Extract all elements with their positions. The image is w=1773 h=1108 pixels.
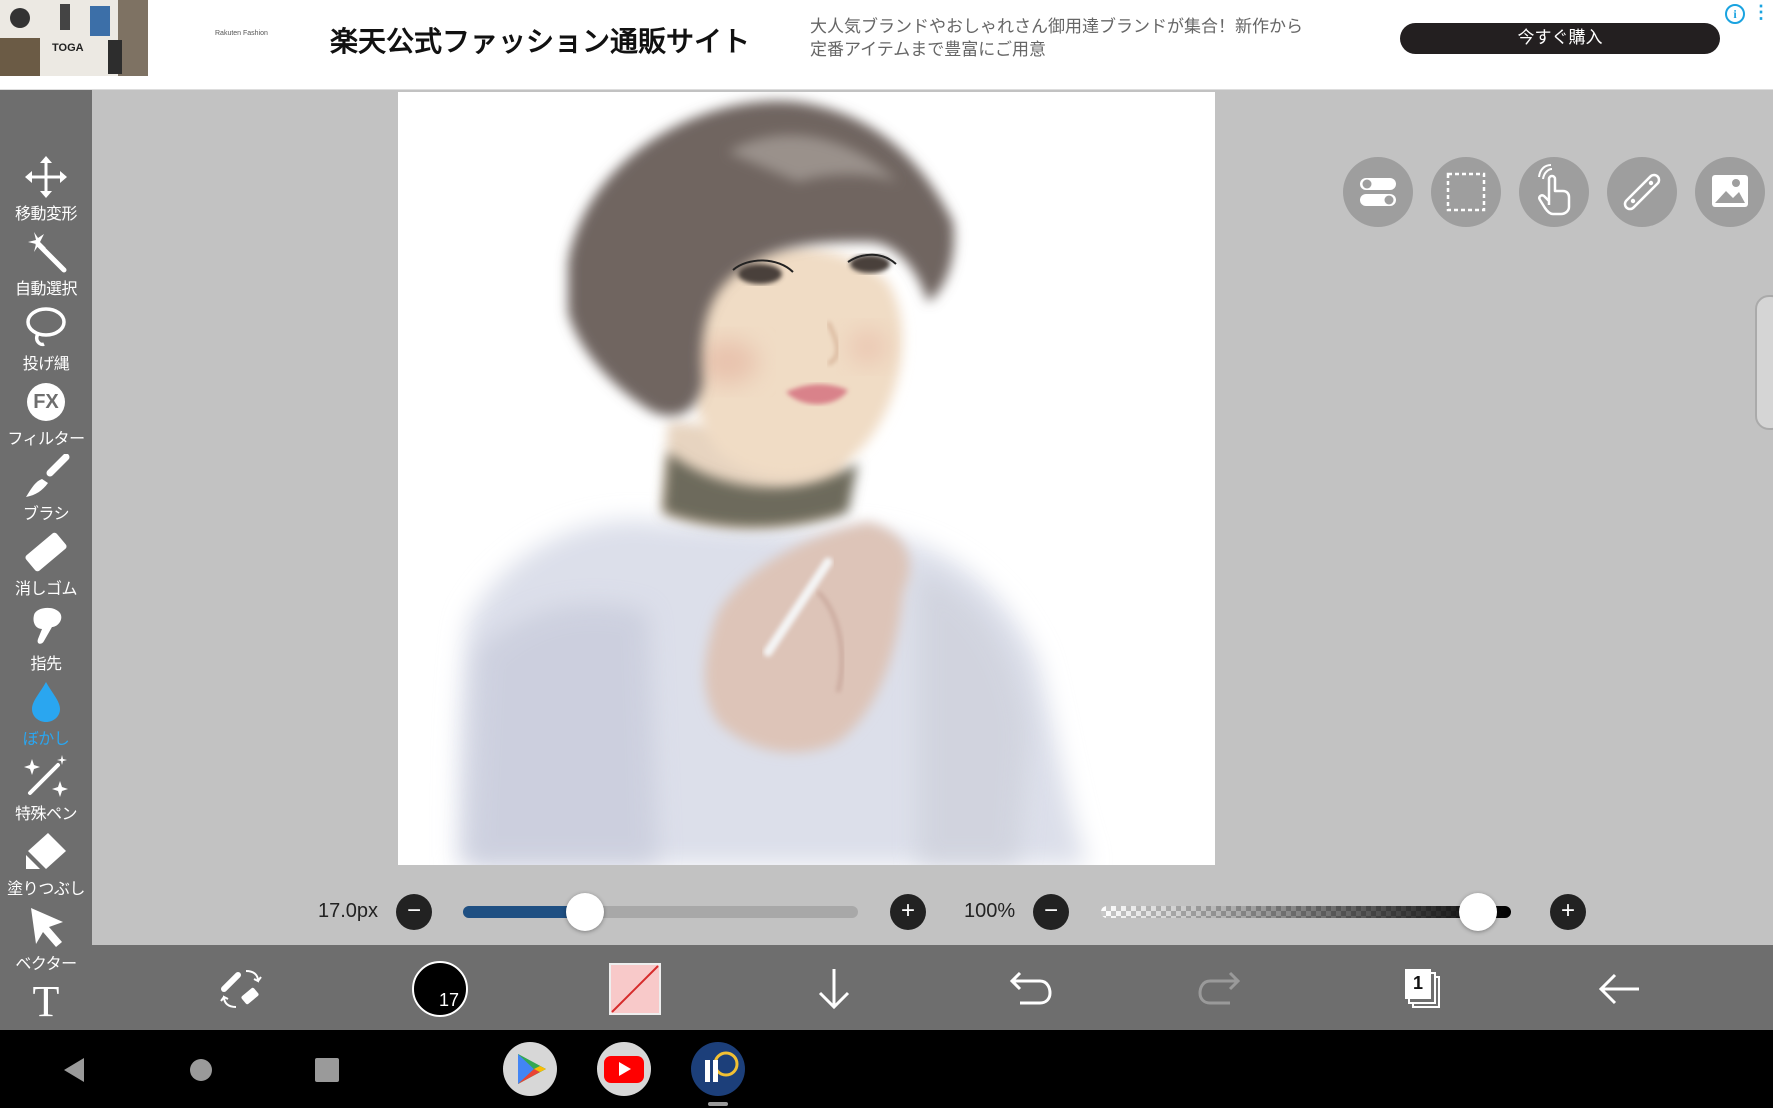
brush-size-value: 17.0px [318, 900, 379, 922]
fx-glyph: FX [33, 391, 59, 413]
tool-vector[interactable]: ベクター [0, 904, 92, 979]
active-app-indicator [708, 1102, 728, 1106]
text-icon: T [32, 977, 60, 1026]
brush-preview-button[interactable]: 17 [411, 960, 469, 1018]
fill-icon [0, 829, 92, 875]
opacity-slider[interactable] [1101, 906, 1511, 918]
tool-eraser-label: 消しゴム [14, 579, 78, 598]
drawing-canvas[interactable] [398, 92, 1215, 865]
tool-blur[interactable]: ぼかし [0, 679, 92, 754]
cursor-arrow-icon [0, 904, 92, 950]
brush-size-slider[interactable] [463, 906, 858, 918]
tool-filter-label: フィルター [7, 429, 85, 448]
ad-info-icon[interactable]: i [1725, 4, 1745, 24]
tool-move-label: 移動変形 [14, 204, 78, 223]
ad-description-line-1: 大人気ブランドやおしゃれさん御用達ブランドが集合！新作から [810, 17, 1303, 37]
arrow-left-icon [1598, 973, 1639, 1005]
ad-description: 大人気ブランドやおしゃれさん御用達ブランドが集合！新作から 定番アイテムまで豊富… [810, 16, 1370, 62]
lasso-icon [0, 304, 92, 350]
size-increase-button[interactable]: + [890, 894, 926, 930]
fx-icon: FX [0, 379, 92, 425]
side-panel-handle[interactable] [1755, 295, 1773, 430]
ibispaint-icon [691, 1042, 745, 1096]
back-button[interactable] [1593, 963, 1645, 1015]
move-icon [0, 154, 92, 200]
finger-icon [0, 604, 92, 650]
tool-auto-select[interactable]: 自動選択 [0, 229, 92, 304]
redo-icon [1198, 971, 1241, 1005]
dashed-selection-icon [1446, 172, 1486, 212]
tool-lasso-label: 投げ縄 [22, 354, 70, 373]
brush-icon [0, 453, 92, 500]
ruler-icon [1623, 173, 1661, 211]
undo-icon [1009, 971, 1052, 1005]
ad-product-image[interactable]: TOGA [0, 0, 148, 76]
ad-brand-logo: Rakuten Fashion [215, 30, 268, 37]
artwork [458, 100, 1088, 865]
tool-blur-label: ぼかし [22, 729, 70, 748]
swap-tool-button[interactable] [216, 963, 268, 1015]
hand-touch-icon [1538, 164, 1571, 216]
youtube-icon [597, 1042, 651, 1096]
opacity-thumb[interactable] [1459, 893, 1498, 931]
save-down-button[interactable] [808, 963, 860, 1015]
image-import-button[interactable] [1695, 157, 1765, 227]
tool-special-pen-label: 特殊ペン [14, 804, 78, 823]
arrow-down-icon [818, 969, 850, 1010]
tool-brush-label: ブラシ [22, 504, 70, 523]
system-nav-graphics [64, 1042, 745, 1106]
magic-wand-icon [0, 229, 92, 275]
color-swatch-button[interactable] [609, 963, 661, 1015]
tool-filter[interactable]: FX フィルター [0, 379, 92, 454]
ad-more-icon[interactable]: ⋮ [1752, 2, 1770, 23]
tool-smudge[interactable]: 指先 [0, 604, 92, 679]
swap-pen-eraser-icon [220, 970, 262, 1008]
layer-count: 1 [1412, 973, 1423, 993]
drop-icon [0, 679, 92, 725]
tool-move[interactable]: 移動変形 [0, 154, 92, 229]
ad-description-line-2: 定番アイテムまで豊富にご用意 [810, 40, 1046, 60]
play-store-icon [503, 1042, 557, 1096]
undo-button[interactable] [1002, 963, 1054, 1015]
redo-button[interactable] [1196, 963, 1248, 1015]
tool-fill-label: 塗りつぶし [7, 879, 85, 898]
color-swatch-icon [609, 963, 661, 1015]
ruler-button[interactable] [1607, 157, 1677, 227]
tool-brush[interactable]: ブラシ [0, 453, 92, 529]
eraser-icon [0, 529, 92, 575]
brush-size-badge: 17 [439, 990, 460, 1010]
nav-back-icon [64, 1058, 84, 1082]
tool-sidebar: 移動変形 自動選択 投げ縄 FX フィルター ブラシ 消しゴム 指先 ぼかし 特… [0, 90, 92, 1030]
tool-vector-label: ベクター [15, 954, 77, 973]
opacity-value: 100% [964, 900, 1016, 922]
tool-smudge-label: 指先 [30, 654, 62, 673]
toggle-icon [1360, 178, 1396, 206]
selection-button[interactable] [1431, 157, 1501, 227]
nav-home-icon [190, 1059, 212, 1081]
bottom-toolbar: 17 1 [92, 945, 1773, 1030]
system-navigation-bar [0, 1030, 1773, 1108]
opacity-increase-button[interactable]: + [1550, 894, 1586, 930]
quick-settings-button[interactable] [1343, 157, 1413, 227]
ad-title[interactable]: 楽天公式ファッション通販サイト [330, 20, 750, 60]
tool-lasso[interactable]: 投げ縄 [0, 304, 92, 379]
layers-button[interactable]: 1 [1397, 963, 1449, 1015]
ad-thumb-text: TOGA [52, 42, 84, 54]
sparkle-pen-icon [0, 754, 92, 800]
ad-banner[interactable]: TOGA Rakuten Fashion 楽天公式ファッション通販サイト 大人気… [0, 0, 1773, 90]
ad-buy-button[interactable]: 今すぐ購入 [1400, 23, 1720, 54]
ad-product-graphic [0, 0, 148, 76]
nav-recents-icon [315, 1058, 339, 1082]
size-decrease-button[interactable]: − [396, 894, 432, 930]
tool-special-pen[interactable]: 特殊ペン [0, 754, 92, 829]
image-icon [1712, 175, 1748, 207]
tool-eraser[interactable]: 消しゴム [0, 529, 92, 604]
tool-auto-select-label: 自動選択 [14, 279, 78, 298]
touch-gesture-button[interactable] [1519, 157, 1589, 227]
tool-fill[interactable]: 塗りつぶし [0, 829, 92, 904]
opacity-decrease-button[interactable]: − [1033, 894, 1069, 930]
